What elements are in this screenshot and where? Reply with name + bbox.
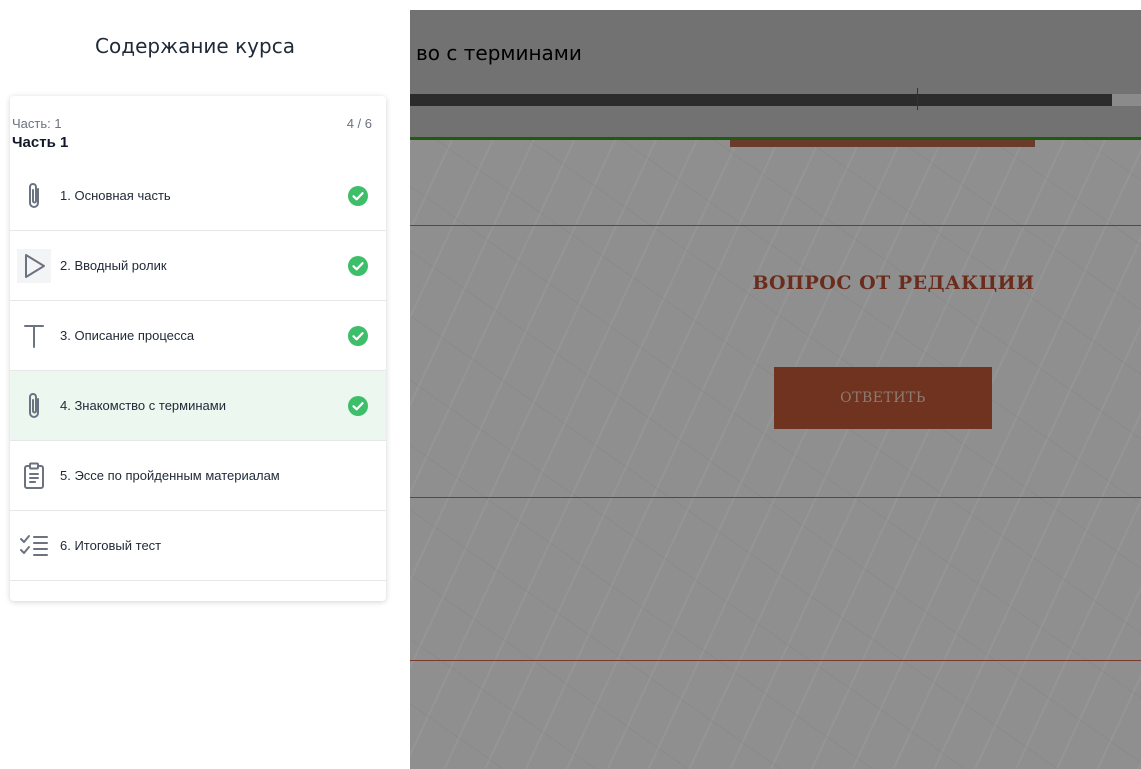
lesson-progress-bar — [410, 94, 1141, 106]
lesson-label: 6. Итоговый тест — [60, 538, 162, 553]
course-part-card: Часть: 1 4 / 6 Часть 1 1. Основная часть — [10, 96, 386, 601]
divider-line — [410, 497, 1141, 498]
answer-button[interactable]: ОТВЕТИТЬ — [774, 367, 992, 429]
lesson-header: во с терминами — [410, 10, 1141, 138]
check-circle-icon — [348, 255, 368, 276]
lesson-label: 2. Вводный ролик — [60, 258, 167, 273]
check-circle-icon — [348, 185, 368, 206]
lesson-list: 1. Основная часть 2. Вводный ролик 3. Оп… — [10, 161, 386, 581]
paperclip-icon — [12, 178, 56, 214]
progress-marker — [917, 88, 918, 110]
page: во с терминами ВОПРОС ОТ РЕДАКЦИИ ОТВЕТИ… — [0, 0, 1141, 769]
top-accent-bar — [730, 140, 1035, 147]
lesson-paper-background — [410, 140, 1141, 769]
lesson-progress-fill — [410, 94, 1112, 106]
text-icon — [12, 318, 56, 354]
lesson-title: во с терминами — [416, 41, 582, 65]
lesson-item-1[interactable]: 1. Основная часть — [10, 161, 386, 231]
sidebar-title: Содержание курса — [95, 34, 295, 58]
lesson-label: 5. Эссе по пройденным материалам — [60, 468, 280, 483]
lesson-item-2[interactable]: 2. Вводный ролик — [10, 231, 386, 301]
part-progress-counter: 4 / 6 — [346, 116, 372, 131]
lesson-label: 3. Описание процесса — [60, 328, 195, 343]
part-label: Часть: 1 — [12, 116, 62, 131]
divider-line — [410, 225, 1141, 226]
lesson-item-5[interactable]: 5. Эссе по пройденным материалам — [10, 441, 386, 511]
lesson-label: 4. Знакомство с терминами — [60, 398, 226, 413]
divider-line — [410, 660, 1141, 661]
lesson-content: во с терминами ВОПРОС ОТ РЕДАКЦИИ ОТВЕТИ… — [410, 0, 1141, 769]
course-contents-sidebar: Содержание курса Часть: 1 4 / 6 Часть 1 … — [0, 0, 410, 769]
lesson-label: 1. Основная часть — [60, 188, 171, 203]
question-heading: ВОПРОС ОТ РЕДАКЦИИ — [752, 272, 1035, 294]
lesson-item-6[interactable]: 6. Итоговый тест — [10, 511, 386, 581]
lesson-item-3[interactable]: 3. Описание процесса — [10, 301, 386, 371]
clipboard-icon — [12, 458, 56, 494]
lesson-item-4[interactable]: 4. Знакомство с терминами — [10, 371, 386, 441]
checklist-icon — [12, 528, 56, 564]
check-circle-icon — [348, 395, 368, 416]
content-top-strip — [410, 0, 1141, 10]
check-circle-icon — [348, 325, 368, 346]
play-icon — [12, 248, 56, 284]
paperclip-icon — [12, 388, 56, 424]
part-name[interactable]: Часть 1 — [12, 134, 68, 151]
